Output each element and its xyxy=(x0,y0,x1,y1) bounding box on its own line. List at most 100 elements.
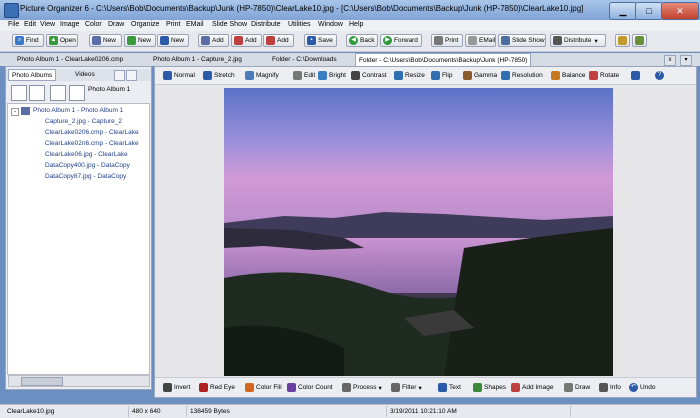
slideshow-icon xyxy=(501,36,510,45)
save-image-tool[interactable] xyxy=(631,70,642,81)
open-label: Open xyxy=(60,37,76,44)
draw-label: Draw xyxy=(575,384,591,391)
menu-email[interactable]: EMail xyxy=(186,21,204,28)
title-bar: Picture Organizer 6 - C:\Users\Bob\Docum… xyxy=(0,0,700,20)
extra-tool-button[interactable] xyxy=(615,34,630,47)
normal-tool[interactable]: Normal xyxy=(163,70,195,81)
resolution-tool[interactable]: Resolution xyxy=(501,70,543,81)
gamma-icon xyxy=(463,71,472,80)
tree-item-clearlake0206[interactable]: ClearLake0206.cmp - ClearLake xyxy=(45,129,139,136)
extra-tool-button-2[interactable] xyxy=(632,34,647,47)
tree-root[interactable]: Photo Album 1 - Photo Album 1 xyxy=(33,107,123,114)
balance-tool[interactable]: Balance xyxy=(551,70,586,81)
magnify-label: Magnify xyxy=(256,72,279,79)
doc-tab-junk-folder[interactable]: Folder - C:\Users\Bob\Documents\Backup\J… xyxy=(355,53,532,66)
doc-tab-album-clearlake[interactable]: Photo Album 1 - ClearLake0206.cmp xyxy=(14,53,126,66)
close-button[interactable]: ✕ xyxy=(661,2,699,20)
menu-utilities[interactable]: Utilities xyxy=(288,21,311,28)
forward-button[interactable]: ▶ Forward xyxy=(380,34,422,47)
folder-new-icon xyxy=(127,36,136,45)
shapes-tool[interactable]: Shapes xyxy=(473,382,506,393)
tree-item-datacopy400[interactable]: DataCopy400.jpg - DataCopy xyxy=(45,162,130,169)
flip-tool[interactable]: Flip xyxy=(431,70,452,81)
add-folder-button[interactable]: Add xyxy=(231,34,262,47)
menu-edit[interactable]: Edit xyxy=(24,21,36,28)
email-label: EMail xyxy=(479,37,496,44)
menu-print[interactable]: Print xyxy=(166,21,180,28)
gamma-tool[interactable]: Gamma xyxy=(463,70,497,81)
colorfill-tool[interactable]: Color Fill xyxy=(245,382,282,393)
balance-label: Balance xyxy=(562,72,586,79)
menu-view[interactable]: View xyxy=(40,21,55,28)
new-folder-button[interactable]: New xyxy=(124,34,156,47)
menu-distribute[interactable]: Distribute xyxy=(251,21,281,28)
tree-item-datacopy87[interactable]: DataCopy87.jpg - DataCopy xyxy=(45,173,126,180)
distribute-button[interactable]: Distribute ▾ xyxy=(550,34,606,47)
horizontal-scrollbar[interactable] xyxy=(8,375,150,387)
find-button[interactable]: ⌕ Find xyxy=(12,34,44,47)
colorcount-tool[interactable]: Color Count xyxy=(287,382,333,393)
album-settings-icon[interactable] xyxy=(50,85,66,101)
redeye-tool[interactable]: Red Eye xyxy=(199,382,235,393)
text-tool[interactable]: Text xyxy=(438,382,461,393)
menu-image[interactable]: Image xyxy=(60,21,79,28)
image-toolbar: Normal Stretch Magnify Edit Bright Contr… xyxy=(155,67,696,85)
minimize-button[interactable]: ▁ xyxy=(609,2,637,20)
tree-item-capture[interactable]: Capture_2.jpg - Capture_2 xyxy=(45,118,122,125)
menu-help[interactable]: Help xyxy=(349,21,363,28)
menu-window[interactable]: Window xyxy=(318,21,343,28)
process-tool[interactable]: Process ▾ xyxy=(342,382,382,393)
rotate-tool[interactable]: Rotate xyxy=(589,70,619,81)
tree-item-clearlake06[interactable]: ClearLake06.jpg - ClearLake xyxy=(45,151,128,158)
tab-close-icon[interactable]: x xyxy=(664,55,676,66)
addimage-tool[interactable]: Add Image xyxy=(511,382,553,393)
add-video-button[interactable]: Add xyxy=(263,34,294,47)
new-video-button[interactable]: New xyxy=(157,34,189,47)
album-view-icon[interactable] xyxy=(29,85,45,101)
add-photo-icon xyxy=(201,36,210,45)
open-button[interactable]: ▲ Open xyxy=(46,34,78,47)
bright-tool[interactable]: Bright xyxy=(318,70,346,81)
album-share-icon[interactable] xyxy=(69,85,85,101)
magnify-icon xyxy=(245,71,254,80)
menu-draw[interactable]: Draw xyxy=(108,21,124,28)
doc-tab-downloads[interactable]: Folder - C:\Downloads xyxy=(269,53,340,66)
stretch-tool[interactable]: Stretch xyxy=(203,70,235,81)
tree-expand-icon[interactable]: - xyxy=(11,108,19,116)
contrast-tool[interactable]: Contrast xyxy=(351,70,387,81)
edit-tool[interactable]: Edit xyxy=(293,70,315,81)
menu-organize[interactable]: Organize xyxy=(131,21,159,28)
video-new-icon xyxy=(160,36,169,45)
save-button[interactable]: ▪ Save xyxy=(304,34,337,47)
panel-pin-icon[interactable] xyxy=(114,70,125,81)
info-tool[interactable]: Info xyxy=(599,382,621,393)
status-filesize: 138459 Bytes xyxy=(186,406,230,417)
filter-tool[interactable]: Filter ▾ xyxy=(391,382,422,393)
add-folder-icon xyxy=(234,36,243,45)
menu-slideshow[interactable]: Slide Show xyxy=(212,21,247,28)
draw-tool[interactable]: Draw xyxy=(564,382,590,393)
menu-file[interactable]: File xyxy=(8,21,19,28)
invert-tool[interactable]: Invert xyxy=(163,382,190,393)
resize-tool[interactable]: Resize xyxy=(394,70,425,81)
add-photo-button[interactable]: Add xyxy=(198,34,229,47)
doc-tab-album-capture[interactable]: Photo Album 1 - Capture_2.jpg xyxy=(150,53,245,66)
email-button[interactable]: EMail xyxy=(465,34,496,47)
new-album-icon[interactable] xyxy=(11,85,27,101)
magnify-tool[interactable]: Magnify xyxy=(245,70,279,81)
menu-color[interactable]: Color xyxy=(85,21,102,28)
new-album-button[interactable]: New xyxy=(89,34,122,47)
scrollbar-thumb[interactable] xyxy=(21,377,63,386)
help-tool[interactable]: ? xyxy=(655,70,666,81)
photo-canvas[interactable] xyxy=(224,88,613,376)
tab-photo-albums[interactable]: Photo Albums xyxy=(8,69,57,81)
maximize-button[interactable]: □ xyxy=(635,2,663,20)
undo-tool[interactable]: ↶ Undo xyxy=(629,382,656,393)
back-button[interactable]: ◀ Back xyxy=(346,34,378,47)
tab-menu-icon[interactable]: ▾ xyxy=(680,55,692,66)
print-button[interactable]: Print xyxy=(431,34,463,47)
tree-item-clearlake02n6[interactable]: ClearLake02n6.cmp - ClearLake xyxy=(45,140,139,147)
slideshow-button[interactable]: Slide Show xyxy=(498,34,546,47)
panel-collapse-icon[interactable] xyxy=(126,70,137,81)
tab-videos[interactable]: Videos xyxy=(72,69,98,81)
